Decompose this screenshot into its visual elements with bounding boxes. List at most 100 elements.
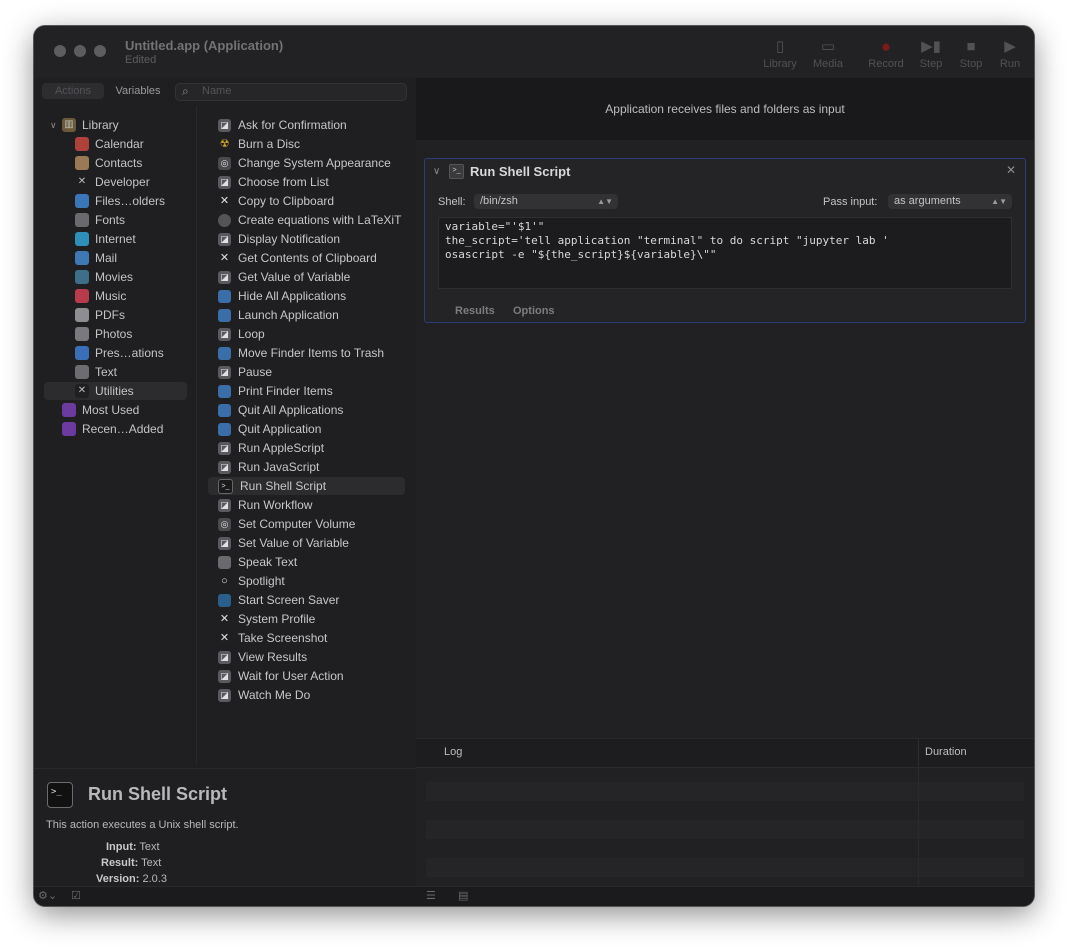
run-icon: ▶	[1004, 38, 1016, 55]
sidebar-item-files-olders[interactable]: Files…olders	[75, 192, 165, 210]
smart-folder-icon	[62, 403, 76, 417]
action-item-run-shell-script[interactable]: >_ Run Shell Script	[208, 477, 405, 495]
sidebar-item-most-used[interactable]: Most Used	[62, 401, 139, 419]
movies-icon	[75, 270, 89, 284]
action-item-speak-text[interactable]: Speak Text	[218, 553, 297, 571]
step-icon: ▶▮	[921, 38, 941, 55]
automator-icon: ◪	[218, 650, 231, 664]
tab-options[interactable]: Options	[513, 305, 555, 317]
title-bar: Untitled.app (Application) Edited ▯ Libr…	[34, 26, 1034, 78]
automator-icon: ◪	[218, 688, 231, 702]
tab-variables[interactable]: Variables	[110, 83, 166, 99]
action-item-take-screenshot[interactable]: ✕ Take Screenshot	[218, 629, 328, 647]
search-placeholder: Name	[202, 85, 232, 97]
minimize-window-button[interactable]	[74, 45, 86, 57]
action-item-run-applescript[interactable]: ◪ Run AppleScript	[218, 439, 324, 457]
chevron-down-icon[interactable]: ∨	[50, 120, 57, 131]
list-view-icon[interactable]: ☰	[426, 889, 436, 902]
sidebar-item-photos[interactable]: Photos	[75, 325, 132, 343]
finder-icon	[218, 403, 231, 417]
step-button[interactable]: ▶▮ Step	[916, 38, 946, 70]
action-item-get-value-of-variable[interactable]: ◪ Get Value of Variable	[218, 268, 350, 286]
action-card-title: Run Shell Script	[470, 164, 571, 179]
finder-icon	[218, 384, 231, 398]
action-item-display-notification[interactable]: ◪ Display Notification	[218, 230, 340, 248]
script-editor[interactable]: variable="'$1'" the_script='tell applica…	[438, 217, 1012, 289]
action-item-change-system-appearance[interactable]: ◎ Change System Appearance	[218, 154, 391, 172]
tab-actions[interactable]: Actions	[42, 83, 104, 99]
run-button[interactable]: ▶ Run	[994, 38, 1026, 70]
spotlight-icon: ○	[221, 574, 228, 587]
library-root[interactable]: ▥ Library	[62, 116, 119, 134]
action-item-start-screen-saver[interactable]: Start Screen Saver	[218, 591, 339, 609]
action-item-quit-all-applications[interactable]: Quit All Applications	[218, 401, 343, 419]
sidebar-item-music[interactable]: Music	[75, 287, 126, 305]
action-item-quit-application[interactable]: Quit Application	[218, 420, 321, 438]
action-item-burn-a-disc[interactable]: ☢ Burn a Disc	[218, 135, 300, 153]
run-shell-script-action-card[interactable]: ∨ >_ Run Shell Script ✕ Shell: /bin/zsh …	[424, 158, 1026, 323]
sidebar-item-calendar[interactable]: Calendar	[75, 135, 144, 153]
sidebar-item-fonts[interactable]: Fonts	[75, 211, 125, 229]
action-item-loop[interactable]: ◪ Loop	[218, 325, 265, 343]
sidebar-item-mail[interactable]: Mail	[75, 249, 117, 267]
action-item-set-computer-volume[interactable]: ◎ Set Computer Volume	[218, 515, 355, 533]
sidebar-item-text[interactable]: Text	[75, 363, 117, 381]
sidebar-item-pres-ations[interactable]: Pres…ations	[75, 344, 164, 362]
action-item-get-contents-of-clipboard[interactable]: ✕ Get Contents of Clipboard	[218, 249, 377, 267]
sidebar-item-movies[interactable]: Movies	[75, 268, 133, 286]
tab-results[interactable]: Results	[455, 305, 495, 317]
action-item-run-javascript[interactable]: ◪ Run JavaScript	[218, 458, 319, 476]
presentations-icon	[75, 346, 89, 360]
close-icon[interactable]: ✕	[1006, 163, 1016, 177]
action-item-launch-application[interactable]: Launch Application	[218, 306, 339, 324]
mail-icon	[75, 251, 89, 265]
sidebar-item-utilities[interactable]: ✕ Utilities	[44, 382, 187, 400]
automator-icon: ◪	[218, 536, 231, 550]
action-item-ask-for-confirmation[interactable]: ◪ Ask for Confirmation	[218, 116, 347, 134]
search-input[interactable]: ⌕ Name	[175, 83, 407, 101]
pdf-icon	[75, 308, 89, 322]
sidebar-item-contacts[interactable]: Contacts	[75, 154, 142, 172]
automator-icon: ◪	[218, 498, 231, 512]
action-item-spotlight[interactable]: ○ Spotlight	[218, 572, 285, 590]
action-item-watch-me-do[interactable]: ◪ Watch Me Do	[218, 686, 310, 704]
log-column-header[interactable]: Log	[444, 746, 462, 758]
column-view-icon[interactable]: ▤	[458, 889, 468, 902]
description-toggle-icon[interactable]: ☑	[71, 889, 81, 902]
zoom-window-button[interactable]	[94, 45, 106, 57]
gear-icon: ◎	[218, 517, 231, 531]
library-button[interactable]: ▯ Library	[762, 38, 798, 70]
action-item-print-finder-items[interactable]: Print Finder Items	[218, 382, 333, 400]
action-item-run-workflow[interactable]: ◪ Run Workflow	[218, 496, 312, 514]
pass-input-select[interactable]: as arguments ▲▼	[888, 194, 1012, 209]
action-item-view-results[interactable]: ◪ View Results	[218, 648, 307, 666]
duration-column-header[interactable]: Duration	[925, 746, 967, 758]
gear-menu-icon[interactable]: ⚙︎⌄	[38, 889, 57, 902]
media-button[interactable]: ▭ Media	[810, 38, 846, 70]
action-item-set-value-of-variable[interactable]: ◪ Set Value of Variable	[218, 534, 349, 552]
burn-icon: ☢	[219, 137, 230, 150]
automator-icon: ◪	[218, 327, 231, 341]
action-item-move-finder-items-to-trash[interactable]: Move Finder Items to Trash	[218, 344, 384, 362]
sidebar-item-developer[interactable]: ✕ Developer	[75, 173, 150, 191]
action-item-system-profile[interactable]: ✕ System Profile	[218, 610, 315, 628]
sidebar-item-recently-added[interactable]: Recen…Added	[62, 420, 163, 438]
sidebar-item-pdfs[interactable]: PDFs	[75, 306, 125, 324]
shell-select[interactable]: /bin/zsh ▲▼	[474, 194, 618, 209]
collapse-chevron-icon[interactable]: ∨	[433, 166, 440, 177]
action-item-copy-to-clipboard[interactable]: ✕ Copy to Clipboard	[218, 192, 334, 210]
sidebar-item-internet[interactable]: Internet	[75, 230, 136, 248]
action-item-create-equations-with-latexit[interactable]: Create equations with LaTeXiT	[218, 211, 401, 229]
library-icon: ▯	[775, 38, 785, 55]
action-item-hide-all-applications[interactable]: Hide All Applications	[218, 287, 346, 305]
automator-icon: ◪	[218, 460, 231, 474]
action-description-panel: >_ Run Shell Script This action executes…	[34, 768, 416, 887]
log-row	[426, 782, 1024, 801]
stop-button[interactable]: ■ Stop	[956, 38, 986, 70]
record-button[interactable]: ● Record	[865, 38, 907, 71]
action-item-wait-for-user-action[interactable]: ◪ Wait for User Action	[218, 667, 344, 685]
action-item-choose-from-list[interactable]: ◪ Choose from List	[218, 173, 329, 191]
action-item-pause[interactable]: ◪ Pause	[218, 363, 272, 381]
close-window-button[interactable]	[54, 45, 66, 57]
automator-icon: ◪	[218, 669, 231, 683]
